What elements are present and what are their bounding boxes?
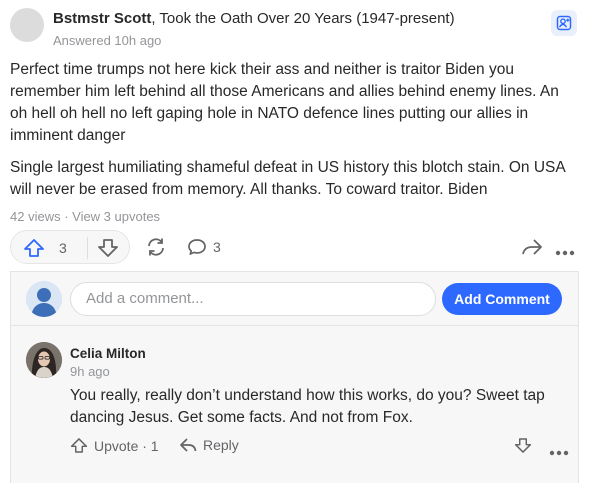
author-line: Bstmstr Scott, Took the Oath Over 20 Yea… [53,10,455,28]
comment-bubble-icon [188,239,206,255]
commenter-avatar[interactable] [26,342,62,378]
comment-input[interactable]: Add a comment... [70,282,436,316]
comment-text: You really, really don’t understand how … [70,387,545,426]
default-user-icon [26,281,62,317]
author-credential[interactable]: , Took the Oath Over 20 Years (1947-pres… [151,10,454,27]
divider [10,325,579,326]
comments-button[interactable]: 3 [187,238,221,256]
comment-reply-label: Reply [203,437,239,453]
answered-time[interactable]: Answered 10h ago [53,33,161,48]
comment-more-options-button[interactable] [549,443,569,461]
upvote-icon [70,438,88,453]
more-dots-icon [549,450,569,456]
commenter-name[interactable]: Celia Milton [70,346,146,361]
upvote-button[interactable]: 3 [23,238,67,258]
commenter-photo [26,342,62,378]
downvote-icon [98,239,118,257]
upvote-count: 3 [59,240,67,256]
comment-upvote-label: Upvote · 1 [94,437,159,454]
add-comment-button[interactable]: Add Comment [442,283,562,315]
current-user-avatar[interactable] [26,281,62,317]
comment-reply-button[interactable]: Reply [179,437,239,453]
upvote-icon [24,239,44,257]
author-avatar[interactable] [10,8,44,42]
comment-time[interactable]: 9h ago [70,364,110,379]
vote-divider [87,237,88,259]
comment-count: 3 [213,239,221,255]
share-button[interactable] [521,238,543,261]
reshare-button[interactable] [145,237,167,262]
share-arrow-icon [522,239,542,255]
more-options-button[interactable] [555,243,575,261]
comment-downvote-button[interactable] [514,437,532,459]
answer-paragraph: Single largest humiliating shameful defe… [10,159,565,198]
follow-author-button[interactable] [551,10,577,36]
downvote-button[interactable] [97,238,119,263]
author-name[interactable]: Bstmstr Scott [53,10,151,27]
more-dots-icon [555,250,575,256]
comment-upvote-button[interactable]: Upvote · 1 [70,437,159,454]
reply-arrow-icon [180,438,197,452]
answer-stats[interactable]: 42 views · View 3 upvotes [10,209,160,224]
add-person-icon [556,15,572,31]
answer-paragraph: Perfect time trumps not here kick their … [10,61,559,144]
reshare-icon [148,238,164,256]
downvote-icon [514,438,532,453]
vote-group: 3 [10,230,130,264]
